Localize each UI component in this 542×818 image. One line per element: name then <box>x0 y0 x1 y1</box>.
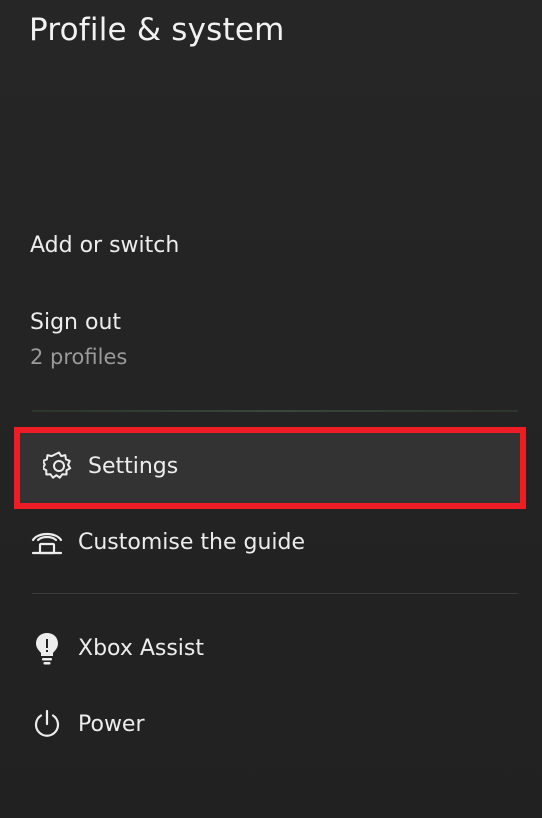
page-title: Profile & system <box>29 12 285 48</box>
sign-out-button[interactable]: Sign out <box>30 310 121 335</box>
divider <box>32 593 518 594</box>
lightbulb-icon <box>30 631 64 665</box>
divider <box>32 410 518 412</box>
settings-button[interactable]: Settings <box>42 446 178 486</box>
customise-guide-button[interactable]: Customise the guide <box>30 522 305 562</box>
settings-label: Settings <box>88 453 179 479</box>
customise-guide-label: Customise the guide <box>78 529 306 555</box>
power-label: Power <box>78 711 145 737</box>
profile-system-panel: Profile & system Add or switch Sign out … <box>0 0 542 818</box>
gear-icon <box>42 449 76 483</box>
sign-out-profile-count: 2 profiles <box>30 345 128 369</box>
power-icon <box>30 707 64 741</box>
xbox-assist-label: Xbox Assist <box>78 635 205 661</box>
guide-icon <box>30 525 64 559</box>
add-or-switch-button[interactable]: Add or switch <box>30 233 179 258</box>
xbox-assist-button[interactable]: Xbox Assist <box>30 628 204 668</box>
power-button[interactable]: Power <box>30 704 145 744</box>
